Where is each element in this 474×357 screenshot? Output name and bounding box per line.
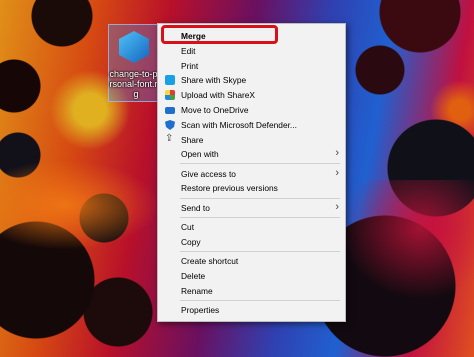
menu-item-label: Upload with ShareX: [181, 90, 256, 100]
menu-item-label: Cut: [181, 222, 195, 232]
menu-item-label: Create shortcut: [181, 256, 239, 266]
menu-item-label: Delete: [181, 271, 206, 281]
defender-shield-icon: [165, 120, 175, 130]
menu-item-create-shortcut[interactable]: Create shortcut: [158, 254, 345, 268]
menu-item-share[interactable]: ⇪ Share: [158, 133, 345, 147]
menu-item-restore-versions[interactable]: Restore previous versions: [158, 181, 345, 195]
menu-separator: [180, 163, 340, 164]
menu-item-print[interactable]: Print: [158, 59, 345, 73]
menu-item-label: Share: [181, 135, 204, 145]
menu-item-label: Copy: [181, 237, 201, 247]
menu-item-label: Properties: [181, 305, 220, 315]
background-glow: [0, 160, 160, 250]
menu-separator: [180, 198, 340, 199]
menu-item-label: Edit: [181, 46, 196, 56]
merge-highlight-box: [161, 25, 278, 44]
context-menu: Merge Edit Print Share with Skype Upload…: [157, 23, 346, 322]
menu-item-label: Restore previous versions: [181, 183, 278, 193]
menu-item-rename[interactable]: Rename: [158, 284, 345, 298]
menu-item-give-access[interactable]: Give access to ›: [158, 167, 345, 181]
menu-separator: [180, 251, 340, 252]
menu-item-label: Share with Skype: [181, 75, 247, 85]
chevron-right-icon: ›: [335, 147, 339, 159]
menu-item-label: Give access to: [181, 169, 236, 179]
menu-item-share-skype[interactable]: Share with Skype: [158, 73, 345, 87]
menu-item-cut[interactable]: Cut: [158, 220, 345, 234]
menu-item-label: Send to: [181, 203, 210, 213]
chevron-right-icon: ›: [335, 201, 339, 213]
menu-item-edit[interactable]: Edit: [158, 44, 345, 58]
menu-item-send-to[interactable]: Send to ›: [158, 201, 345, 215]
menu-item-open-with[interactable]: Open with ›: [158, 147, 345, 161]
file-name-label: change-to-personal-font.reg: [109, 69, 163, 99]
menu-item-label: Open with: [181, 149, 219, 159]
menu-item-label: Print: [181, 61, 199, 71]
registry-file-icon[interactable]: change-to-personal-font.reg: [108, 24, 164, 102]
menu-item-properties[interactable]: Properties: [158, 303, 345, 317]
registry-file-glyph-icon: [119, 31, 149, 63]
background-glow: [340, 180, 474, 300]
menu-item-label: Rename: [181, 286, 213, 296]
menu-item-scan-defender[interactable]: Scan with Microsoft Defender...: [158, 118, 345, 132]
menu-item-move-onedrive[interactable]: Move to OneDrive: [158, 103, 345, 117]
menu-item-delete[interactable]: Delete: [158, 269, 345, 283]
skype-icon: [165, 75, 175, 85]
sharex-icon: [165, 90, 175, 100]
share-icon: ⇪: [165, 133, 174, 144]
menu-separator: [180, 217, 340, 218]
menu-item-upload-sharex[interactable]: Upload with ShareX: [158, 88, 345, 102]
menu-item-label: Scan with Microsoft Defender...: [181, 120, 297, 130]
onedrive-icon: [165, 107, 175, 114]
menu-item-copy[interactable]: Copy: [158, 235, 345, 249]
menu-item-label: Move to OneDrive: [181, 105, 249, 115]
menu-separator: [180, 300, 340, 301]
chevron-right-icon: ›: [335, 167, 339, 179]
